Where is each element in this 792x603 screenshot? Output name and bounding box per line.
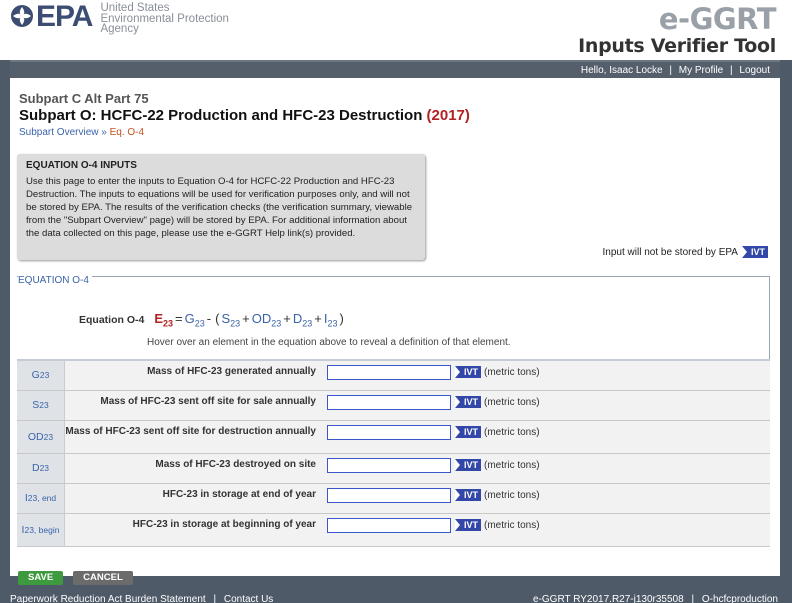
tool-name: Inputs Verifier Tool <box>578 35 776 57</box>
reporting-year: (2017) <box>426 107 470 124</box>
form-actions: SAVE CANCEL <box>18 571 143 585</box>
page-id-text: O-hcfcproduction <box>701 594 778 603</box>
row-symbol[interactable]: G 23 <box>17 361 65 390</box>
i23-begin-input[interactable] <box>327 518 451 533</box>
eq-term-e23[interactable]: E23 <box>154 311 173 329</box>
user-bar: Hello, Isaac Locke | My Profile | Logout <box>10 60 780 78</box>
row-symbol[interactable]: OD 23 <box>17 421 65 453</box>
unit-label: (metric tons) <box>484 490 540 501</box>
table-row: I 23, end HFC-23 in storage at end of yea… <box>17 484 770 514</box>
unit-label: (metric tons) <box>484 520 540 531</box>
storage-note: Input will not be stored by EPA IVT <box>603 246 768 258</box>
equation-formula: E23 = G23-(S23 + OD23 + D23 + I23) <box>154 311 344 329</box>
contact-us-link[interactable]: Contact Us <box>224 594 273 603</box>
row-symbol[interactable]: S 23 <box>17 391 65 420</box>
version-text: e-GGRT RY2017.R27-j130r35508 <box>533 594 684 603</box>
equation-section-label: EQUATION O-4 <box>18 275 92 286</box>
od23-input[interactable] <box>327 425 451 440</box>
ivt-badge: IVT <box>455 366 482 378</box>
epa-flower-icon <box>11 5 33 27</box>
breadcrumb-separator: » <box>101 127 107 138</box>
eq-term-g23[interactable]: G23 <box>185 311 205 329</box>
row-symbol[interactable]: I 23, end <box>17 484 65 513</box>
unit-label: (metric tons) <box>484 427 540 438</box>
row-label: Mass of HFC-23 generated annually <box>147 366 316 377</box>
d23-input[interactable] <box>327 458 451 473</box>
ivt-badge: IVT <box>455 489 482 501</box>
table-row: OD 23 Mass of HFC-23 sent off site for de… <box>17 421 770 454</box>
row-label: HFC-23 in storage at end of year <box>162 489 316 500</box>
equation-row: Equation O-4 E23 = G23-(S23 + OD23 + D23 + I23) <box>79 311 346 329</box>
agency-name: United States Environmental Protection A… <box>100 2 229 35</box>
page-frame: Hello, Isaac Locke | My Profile | Logout… <box>0 60 792 603</box>
app-brand: e-GGRT Inputs Verifier Tool <box>578 4 776 57</box>
table-row: G 23 Mass of HFC-23 generated annually IV… <box>17 361 770 391</box>
epa-logo[interactable]: EPA United States Environmental Protecti… <box>10 2 229 35</box>
unit-label: (metric tons) <box>484 367 540 378</box>
site-footer: Paperwork Reduction Act Burden Statement… <box>10 594 778 603</box>
equation-hint: Hover over an element in the equation ab… <box>147 337 511 348</box>
my-profile-link[interactable]: My Profile <box>679 65 723 76</box>
cancel-button[interactable]: CANCEL <box>73 571 133 585</box>
epa-wordmark: EPA <box>10 2 93 32</box>
i23-end-input[interactable] <box>327 488 451 503</box>
row-label: Mass of HFC-23 sent off site for destruc… <box>65 426 316 437</box>
subpart-label: Subpart C Alt Part 75 <box>19 91 149 106</box>
unit-label: (metric tons) <box>484 397 540 408</box>
row-symbol[interactable]: D 23 <box>17 454 65 483</box>
equation-section: EQUATION O-4 Equation O-4 E23 = G23-(S23 + O… <box>17 275 770 360</box>
user-greeting: Hello, Isaac Locke <box>580 65 663 76</box>
info-body: Use this page to enter the inputs to Equ… <box>26 176 413 239</box>
eq-term-i23[interactable]: I23 <box>324 311 338 329</box>
table-row: D 23 Mass of HFC-23 destroyed on site IVT… <box>17 454 770 484</box>
info-heading: EQUATION O-4 INPUTS <box>26 160 137 171</box>
s23-input[interactable] <box>327 395 451 410</box>
ivt-badge: IVT <box>455 459 482 471</box>
equation-name: Equation O-4 <box>79 314 145 326</box>
burden-statement-link[interactable]: Paperwork Reduction Act Burden Statement <box>10 594 206 603</box>
row-label: Mass of HFC-23 destroyed on site <box>155 459 316 470</box>
site-header: EPA United States Environmental Protecti… <box>0 0 792 62</box>
table-row: I 23, begin HFC-23 in storage at beginnin… <box>17 514 770 547</box>
breadcrumb: Subpart Overview » Eq. O-4 <box>19 127 144 138</box>
eq-term-d23[interactable]: D23 <box>293 311 312 329</box>
g23-input[interactable] <box>327 365 451 380</box>
row-label: Mass of HFC-23 sent off site for sale an… <box>100 396 316 407</box>
inputs-table: G 23 Mass of HFC-23 generated annually IV… <box>17 359 770 547</box>
ivt-badge: IVT <box>455 519 482 531</box>
save-button[interactable]: SAVE <box>18 571 64 585</box>
content-panel: Subpart C Alt Part 75 Subpart O: HCFC-22… <box>10 78 780 585</box>
ivt-badge: IVT <box>455 396 482 408</box>
info-box: EQUATION O-4 INPUTS Use this page to ent… <box>17 154 425 260</box>
breadcrumb-subpart-overview[interactable]: Subpart Overview <box>19 127 98 138</box>
row-label: HFC-23 in storage at beginning of year <box>132 519 316 530</box>
brand-name: e-GGRT <box>658 2 777 36</box>
page-title: Subpart O: HCFC-22 Production and HFC-23… <box>19 107 470 124</box>
ivt-badge: IVT <box>455 426 482 438</box>
breadcrumb-current: Eq. O-4 <box>109 127 145 138</box>
row-symbol[interactable]: I 23, begin <box>17 514 65 546</box>
ivt-badge: IVT <box>741 246 768 258</box>
eq-term-od23[interactable]: OD23 <box>252 311 282 329</box>
unit-label: (metric tons) <box>484 460 540 471</box>
eq-term-s23[interactable]: S23 <box>221 311 240 329</box>
table-row: S 23 Mass of HFC-23 sent off site for sal… <box>17 391 770 421</box>
logout-link[interactable]: Logout <box>739 65 770 76</box>
